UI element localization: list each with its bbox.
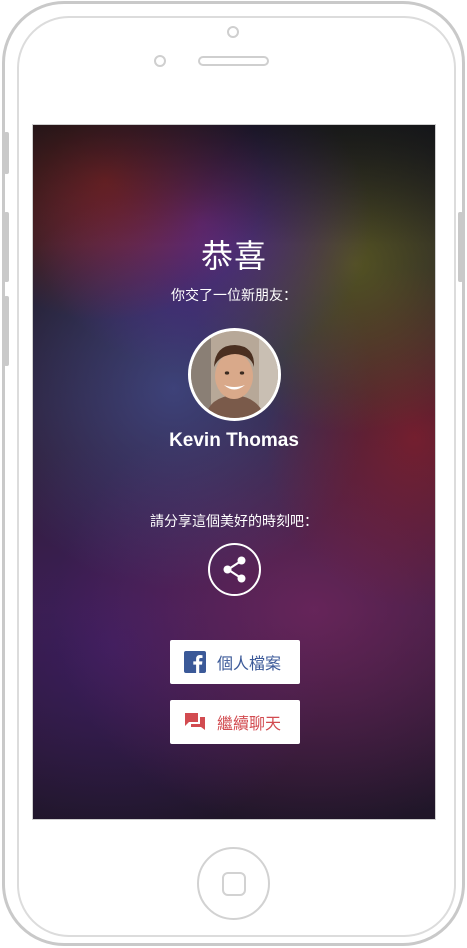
facebook-icon — [184, 651, 206, 673]
share-button[interactable] — [208, 543, 261, 596]
app-screen: 恭喜 你交了一位新朋友： Kevin Thomas 請分享這個美好的時刻吧： 個… — [32, 124, 436, 820]
volume-up-button — [4, 212, 9, 282]
continue-chat-label: 繼續聊天 — [217, 714, 282, 733]
home-button[interactable] — [197, 847, 270, 920]
continue-chat-button[interactable]: 繼續聊天 — [170, 700, 300, 744]
user-avatar-photo — [191, 331, 278, 418]
home-square-icon — [222, 872, 246, 896]
front-camera — [227, 26, 239, 38]
congrats-title: 恭喜 — [200, 237, 267, 275]
volume-down-button — [4, 296, 9, 366]
chat-bubbles-icon — [184, 711, 206, 733]
earpiece-speaker — [198, 56, 269, 66]
avatar — [188, 328, 281, 421]
proximity-sensor — [154, 55, 166, 67]
profile-button-label: 個人檔案 — [217, 654, 282, 673]
new-friend-subtitle: 你交了一位新朋友： — [171, 288, 297, 304]
share-icon — [223, 556, 246, 583]
power-button — [458, 212, 463, 282]
screen-top-shade — [33, 125, 435, 245]
profile-button[interactable]: 個人檔案 — [170, 640, 300, 684]
share-prompt: 請分享這個美好的時刻吧： — [150, 514, 318, 530]
mute-switch — [4, 132, 9, 174]
friend-name: Kevin Thomas — [169, 430, 299, 451]
